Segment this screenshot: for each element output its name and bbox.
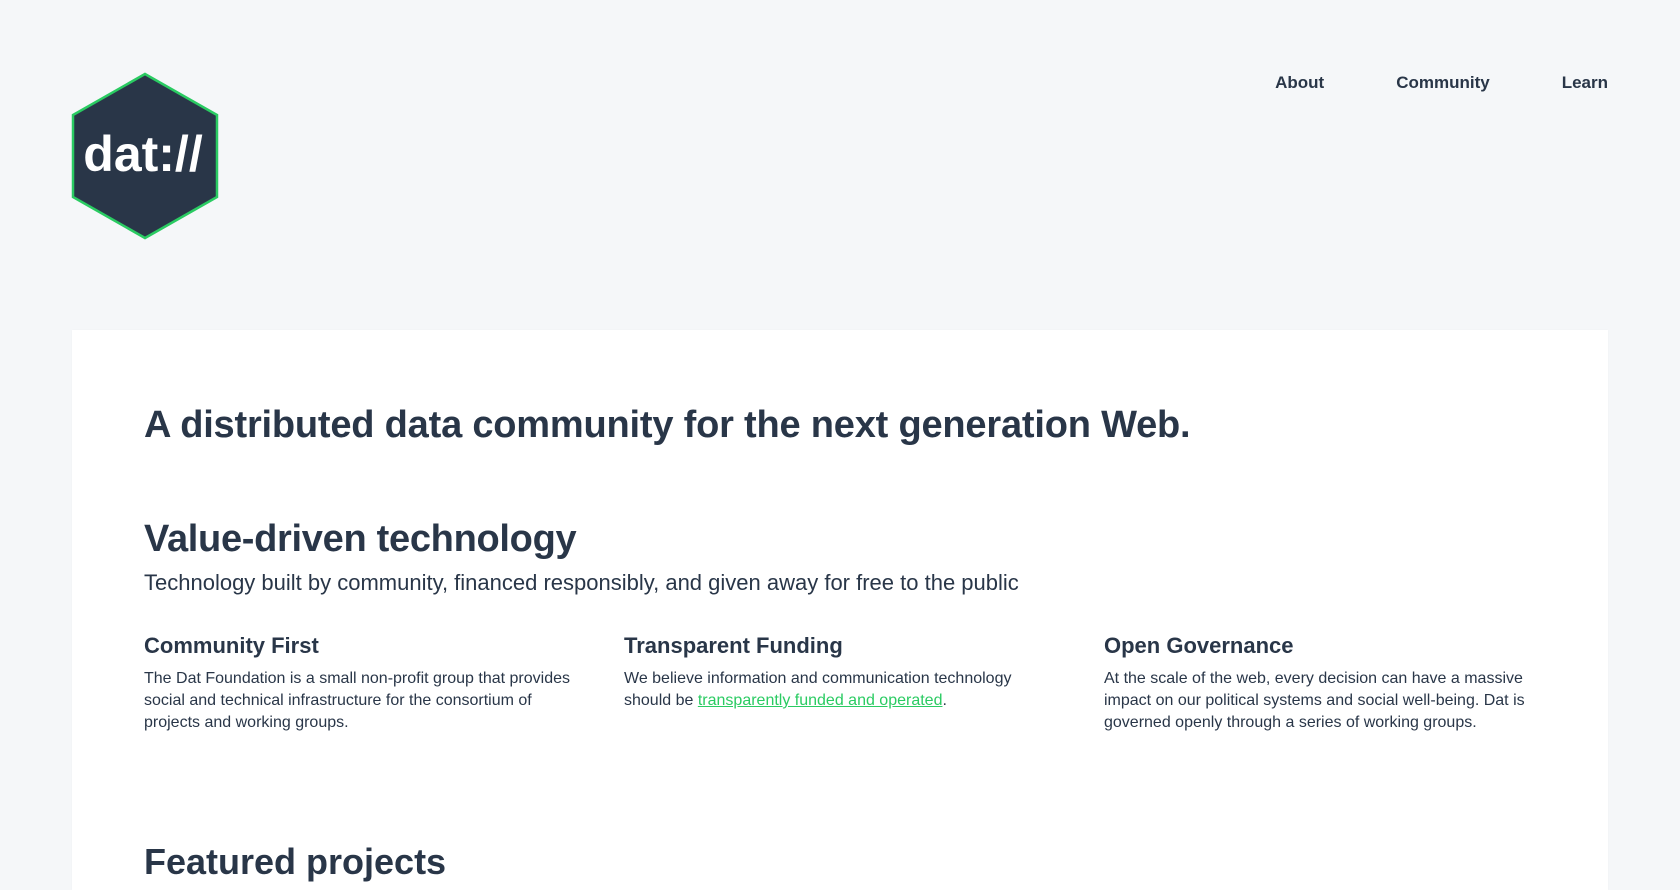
features-row: Community First The Dat Foundation is a … xyxy=(144,632,1536,734)
feature-title: Transparent Funding xyxy=(624,633,843,658)
feature-text: We believe information and communication… xyxy=(624,668,1056,712)
feature-text-after: . xyxy=(942,692,947,709)
nav-about[interactable]: About xyxy=(1275,72,1324,94)
feature-text: At the scale of the web, every decision … xyxy=(1104,670,1525,731)
section-subtitle: Technology built by community, financed … xyxy=(144,570,1019,595)
content-card: A distributed data community for the nex… xyxy=(72,330,1608,890)
feature-community-first: Community First The Dat Foundation is a … xyxy=(144,632,576,734)
page-tagline: A distributed data community for the nex… xyxy=(144,404,1191,446)
featured-projects-title: Featured projects xyxy=(144,841,447,882)
logo-text: dat:// xyxy=(83,126,203,182)
hexagon-logo-icon: dat:// xyxy=(71,72,219,240)
feature-title: Community First xyxy=(144,633,319,658)
site-header: dat:// About Community Learn xyxy=(0,0,1680,330)
nav-learn[interactable]: Learn xyxy=(1562,72,1608,94)
feature-transparent-funding: Transparent Funding We believe informati… xyxy=(624,632,1056,734)
feature-text: The Dat Foundation is a small non-profit… xyxy=(144,670,571,731)
section-title: Value-driven technology xyxy=(144,518,577,560)
transparent-funding-link[interactable]: transparently funded and operated xyxy=(698,692,943,709)
dat-logo[interactable]: dat:// xyxy=(71,72,219,240)
feature-open-governance: Open Governance At the scale of the web,… xyxy=(1104,632,1536,734)
nav-community[interactable]: Community xyxy=(1396,72,1490,94)
feature-title: Open Governance xyxy=(1104,633,1294,658)
main-nav: About Community Learn xyxy=(1275,72,1608,94)
